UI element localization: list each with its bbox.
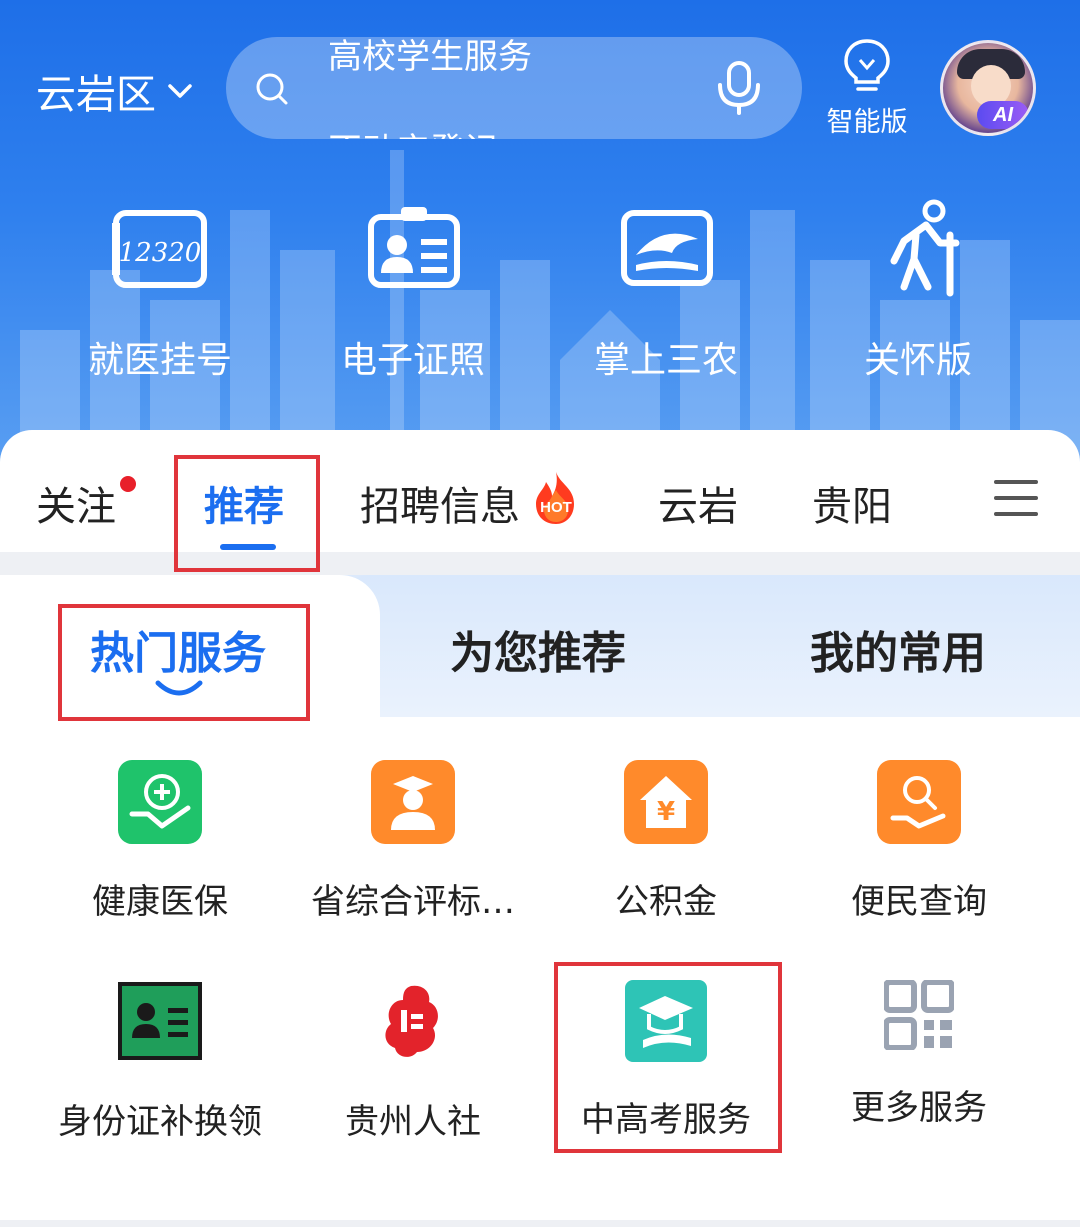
content-panel: 关注 推荐 招聘信息 HOT 云岩 贵阳 热门服务 为您推荐 我的常用 健康医保… [0,430,1080,1227]
ai-badge: AI [977,101,1029,129]
service-id-card-renewal[interactable]: 身份证补换领 [35,980,285,1143]
search-icon [256,73,288,105]
tab-follow[interactable]: 关注 [36,474,116,532]
highlight-box-recommend-tab [174,455,320,572]
tab-yunyan[interactable]: 云岩 [658,474,738,532]
service-label: 身份证补换领 [58,1102,262,1142]
tab-recruitment[interactable]: 招聘信息 [360,474,520,532]
service-more[interactable]: 更多服务 [794,980,1044,1129]
id-card-icon [368,207,460,288]
service-label: 健康医保 [92,882,228,922]
highlight-box-exam-service [554,962,782,1153]
search-hand-icon [877,760,961,844]
service-bid-evaluation[interactable]: 省综合评标… [288,760,538,923]
health-insurance-icon [118,760,202,844]
location-selector[interactable]: 云岩区 [36,62,196,120]
service-label: 贵州人社 [345,1102,481,1142]
service-housing-fund[interactable]: ¥ 公积金 [541,760,791,923]
service-label: 公积金 [615,882,717,922]
subtab-my-frequent[interactable]: 我的常用 [810,617,986,681]
guizhou-hrss-seal-icon [385,985,438,1057]
more-qr-icon [884,980,954,1050]
ai-assistant-avatar[interactable]: AI [940,40,1036,136]
quick-action-label: 电子证照 [340,340,485,381]
microphone-icon[interactable] [710,59,768,117]
hot-badge-text: HOT [540,499,572,516]
chevron-down-icon [168,84,192,98]
hot-flame-icon: HOT [536,472,574,524]
graduate-icon [371,760,455,844]
search-bar[interactable]: 高校学生服务 不动产登记 [226,37,802,139]
quick-action-care-mode[interactable]: 关怀版 [818,195,1018,383]
tabs-fade-overlay [956,460,996,540]
unread-dot [120,476,136,492]
subtab-recommended[interactable]: 为您推荐 [450,617,626,681]
tab-guiyang[interactable]: 贵阳 [812,474,892,532]
hospital-12320-icon: 12320 [112,210,207,288]
service-label: 便民查询 [851,882,987,922]
quick-action-hospital[interactable]: 12320 就医挂号 [60,195,260,383]
bottom-divider [0,1220,1080,1227]
quick-action-label: 就医挂号 [87,340,232,381]
service-convenience-query[interactable]: 便民查询 [794,760,1044,923]
service-guizhou-hrss[interactable]: 贵州人社 [288,980,538,1143]
header: 云岩区 高校学生服务 不动产登记 智能版 AI [0,0,1080,470]
search-placeholder-next: 不动产登记 [328,123,498,139]
search-placeholder-current: 高校学生服务 [328,37,532,77]
smart-version-button[interactable]: 智能版 [824,38,910,139]
quick-action-e-license[interactable]: 电子证照 [313,195,513,383]
housing-fund-icon: ¥ [624,760,708,844]
channel-tabs: 关注 推荐 招聘信息 HOT 云岩 贵阳 [0,430,1080,552]
menu-icon[interactable] [994,478,1038,518]
location-label: 云岩区 [36,72,156,118]
lightbulb-icon [844,39,890,91]
quick-action-label: 掌上三农 [593,340,738,381]
svg-text:12320: 12320 [119,238,202,268]
elderly-care-icon [890,199,960,297]
service-health-insurance[interactable]: 健康医保 [35,760,285,923]
service-label: 省综合评标… [311,882,515,922]
svg-text:¥: ¥ [657,797,675,827]
farming-icon [621,210,713,286]
smart-version-label: 智能版 [826,107,908,138]
quick-action-farming[interactable]: 掌上三农 [566,195,766,383]
id-card-green-icon [118,982,202,1060]
service-label: 更多服务 [851,1088,987,1128]
quick-action-label: 关怀版 [863,340,972,381]
highlight-box-hot-services [58,604,310,721]
